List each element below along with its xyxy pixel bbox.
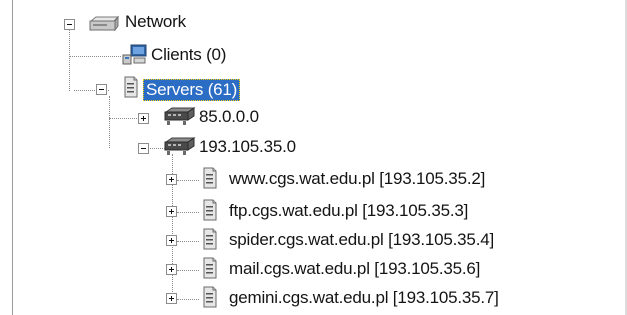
host-label[interactable]: www.cgs.wat.edu.pl [193.105.35.2] bbox=[226, 168, 488, 190]
server-icon bbox=[203, 257, 217, 279]
host-label[interactable]: spider.cgs.wat.edu.pl [193.105.35.4] bbox=[226, 229, 497, 251]
server-icon bbox=[203, 228, 217, 250]
subnet-label[interactable]: 193.105.35.0 bbox=[196, 136, 299, 158]
subnet-label[interactable]: 85.0.0.0 bbox=[196, 106, 262, 128]
servers-label[interactable]: Servers (61) bbox=[143, 79, 241, 101]
pane-border bbox=[12, 0, 13, 315]
network-drive-icon bbox=[89, 15, 120, 32]
subnet-switch-icon bbox=[164, 107, 196, 125]
expand-toggle[interactable] bbox=[166, 174, 177, 185]
collapse-toggle[interactable] bbox=[96, 84, 107, 95]
client-computer-icon bbox=[122, 44, 147, 65]
expand-toggle[interactable] bbox=[138, 113, 149, 124]
expand-toggle[interactable] bbox=[166, 264, 177, 275]
expand-toggle[interactable] bbox=[166, 235, 177, 246]
host-label[interactable]: mail.cgs.wat.edu.pl [193.105.35.6] bbox=[226, 258, 483, 280]
clients-label[interactable]: Clients (0) bbox=[148, 44, 229, 66]
collapse-toggle[interactable] bbox=[64, 19, 75, 30]
expand-toggle[interactable] bbox=[166, 206, 177, 217]
host-label[interactable]: gemini.cgs.wat.edu.pl [193.105.35.7] bbox=[226, 287, 502, 309]
collapse-toggle[interactable] bbox=[138, 143, 149, 154]
network-label[interactable]: Network bbox=[122, 11, 189, 33]
server-icon bbox=[203, 199, 217, 221]
subnet-switch-icon bbox=[164, 137, 196, 155]
host-label[interactable]: ftp.cgs.wat.edu.pl [193.105.35.3] bbox=[226, 200, 471, 222]
server-icon bbox=[124, 76, 138, 98]
server-icon bbox=[203, 167, 217, 189]
expand-toggle[interactable] bbox=[166, 293, 177, 304]
server-icon bbox=[203, 286, 217, 308]
